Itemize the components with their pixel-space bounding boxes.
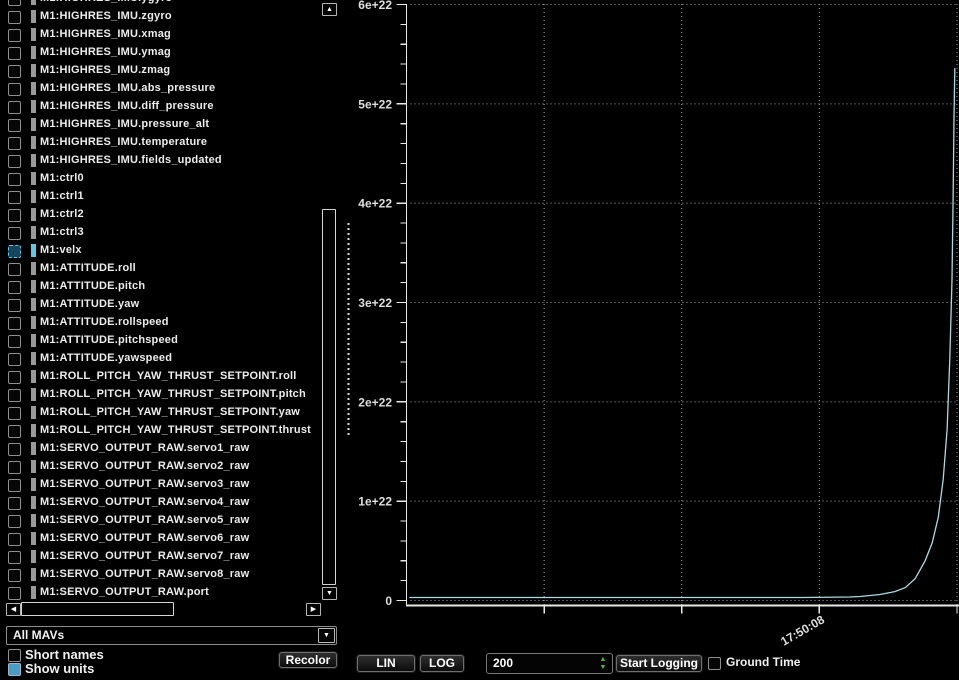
plot-interval-value: 200 xyxy=(493,656,513,670)
y-axis-tick-label: 1e+22 xyxy=(358,495,392,509)
y-axis-tick-label: 4e+22 xyxy=(358,197,392,211)
x-axis-time-label: 17:50:08 xyxy=(778,612,827,648)
spin-down-icon[interactable]: ▼ xyxy=(598,664,608,671)
start-logging-button[interactable]: Start Logging xyxy=(616,655,702,672)
recolor-button[interactable]: Recolor xyxy=(279,652,337,668)
spin-up-icon[interactable]: ▲ xyxy=(598,656,608,663)
plot-window: M1:HIGHRES_IMU.ygyroM1:HIGHRES_IMU.zgyro… xyxy=(0,0,959,680)
plot-interval-input[interactable]: 200 ▲ ▼ xyxy=(486,653,613,674)
short-names-checkbox[interactable] xyxy=(8,649,21,662)
plot-area[interactable]: 0 1e+22 2e+22 3e+22 4e+22 5e+22 6e+22 17:50:08 xyxy=(0,0,959,650)
y-axis-tick-label: 3e+22 xyxy=(358,296,392,310)
y-axis-tick-label: 0 xyxy=(385,594,392,608)
ground-time-checkbox[interactable] xyxy=(708,657,721,670)
y-axis-tick-label: 6e+22 xyxy=(358,0,392,12)
ground-time-label: Ground Time xyxy=(726,655,800,669)
log-scale-button[interactable]: LOG xyxy=(420,655,464,672)
lin-scale-button[interactable]: LIN xyxy=(357,655,415,672)
y-axis-tick-label: 2e+22 xyxy=(358,395,392,409)
y-axis-tick-label: 5e+22 xyxy=(358,97,392,111)
show-units-label: Show units xyxy=(25,661,94,676)
show-units-checkbox[interactable] xyxy=(8,663,21,676)
